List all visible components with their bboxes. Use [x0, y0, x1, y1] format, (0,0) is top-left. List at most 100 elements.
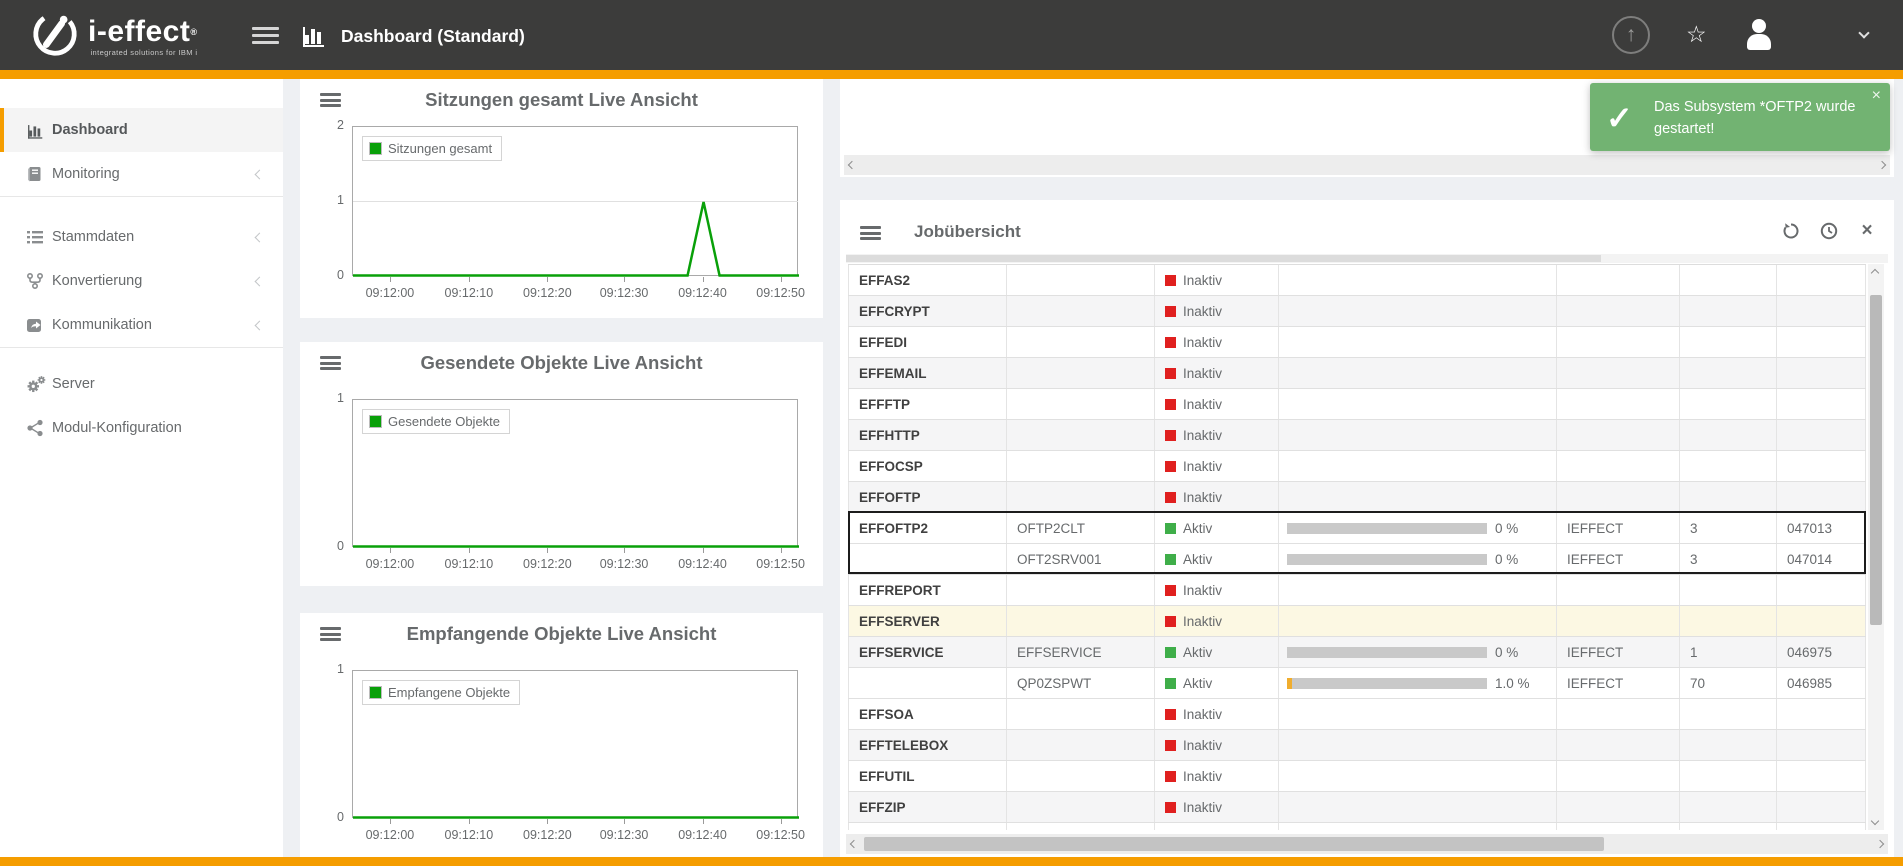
horizontal-scroll-thumb[interactable]: [864, 837, 1604, 851]
table-row[interactable]: EFFTELEBOXInaktiv: [848, 730, 1866, 761]
status-label: Inaktiv: [1183, 366, 1222, 381]
table-row[interactable]: EFFUTILInaktiv: [848, 761, 1866, 792]
user-cell: [1557, 575, 1680, 605]
sidebar-item-server[interactable]: Server: [0, 362, 283, 406]
table-row[interactable]: EFFOFTPInaktiv: [848, 482, 1866, 513]
x-axis-label: 09:12:00: [351, 557, 429, 571]
status-label: Aktiv: [1183, 552, 1212, 567]
x-axis-label: 09:12:50: [742, 286, 820, 300]
scroll-right-icon[interactable]: [1876, 840, 1884, 848]
scroll-left-icon[interactable]: [848, 161, 856, 169]
status-label: Inaktiv: [1183, 397, 1222, 412]
job-cell: [1007, 575, 1155, 605]
progress-cell: [1279, 451, 1557, 481]
sidebar-item-modul-konfiguration[interactable]: Modul-Konfiguration: [0, 406, 283, 450]
user-cell: [1557, 451, 1680, 481]
table-row[interactable]: EFFEMAILInaktiv: [848, 358, 1866, 389]
status-cell: Inaktiv: [1155, 761, 1279, 791]
count-cell: 3: [1680, 513, 1777, 543]
table-top-scrollbar[interactable]: [846, 254, 1888, 263]
status-label: Aktiv: [1183, 645, 1212, 660]
job-cell: [1007, 699, 1155, 729]
jobnr-cell: 047013: [1777, 513, 1866, 543]
job-overview-panel: Jobübersicht × EFFAS2InaktivEFFCRYPTInak…: [840, 200, 1894, 857]
sidebar-toggle-icon[interactable]: [252, 27, 279, 44]
share-icon: [26, 316, 52, 334]
status-cell: Inaktiv: [1155, 730, 1279, 760]
chevron-left-icon: [255, 276, 265, 286]
x-tick-mark: [781, 819, 782, 824]
table-row[interactable]: EFFAS2Inaktiv: [848, 265, 1866, 296]
table-row[interactable]: EFFSERVICEEFFSERVICEAktiv0 %IEFFECT10469…: [848, 637, 1866, 668]
sidebar-item-monitoring[interactable]: Monitoring: [0, 152, 283, 196]
chart-card-1: Sitzungen gesamt Live Ansicht012Sitzunge…: [300, 79, 823, 318]
panel-menu-icon[interactable]: [860, 226, 881, 240]
table-row[interactable]: QP0ZSPWTAktiv1.0 %IEFFECT70046985: [848, 668, 1866, 699]
table-row[interactable]: EFFFTPInaktiv: [848, 389, 1866, 420]
sidebar-item-dashboard[interactable]: Dashboard: [0, 108, 283, 152]
chart-title: Gesendete Objekte Live Ansicht: [300, 352, 823, 374]
table-row[interactable]: OFT2SRV001Aktiv0 %IEFFECT3047014: [848, 544, 1866, 575]
table-row[interactable]: EFFSOAInaktiv: [848, 699, 1866, 730]
status-cell: Inaktiv: [1155, 451, 1279, 481]
scroll-down-icon[interactable]: [1871, 817, 1879, 825]
table-row[interactable]: EFFSERVERInaktiv: [848, 606, 1866, 637]
table-row[interactable]: EFFOCSPInaktiv: [848, 451, 1866, 482]
table-row[interactable]: EFFOFTP2OFTP2CLTAktiv0 %IEFFECT3047013: [848, 513, 1866, 544]
subsystem-cell: [848, 544, 1007, 574]
progress-label: 0 %: [1495, 521, 1518, 536]
status-label: Inaktiv: [1183, 273, 1222, 288]
sidebar-item-stammdaten[interactable]: Stammdaten: [0, 215, 283, 259]
y-axis-label: 2: [308, 118, 344, 132]
user-profile-icon[interactable]: [1744, 17, 1774, 53]
status-square-icon: [1165, 554, 1176, 565]
table-vertical-scrollbar[interactable]: [1868, 264, 1884, 830]
table-row[interactable]: EFFCRYPTInaktiv: [848, 296, 1866, 327]
sidebar-item-konvertierung[interactable]: Konvertierung: [0, 259, 283, 303]
table-row[interactable]: EFFEDIInaktiv: [848, 327, 1866, 358]
logout-icon[interactable]: ↑: [1612, 16, 1650, 54]
clock-icon[interactable]: [1820, 222, 1838, 240]
sidebar-item-label: Dashboard: [52, 122, 128, 138]
sidebar-item-kommunikation[interactable]: Kommunikation: [0, 303, 283, 347]
x-axis-label: 09:12:00: [351, 828, 429, 842]
status-square-icon: [1165, 678, 1176, 689]
close-panel-icon[interactable]: ×: [1858, 222, 1876, 240]
user-cell: [1557, 792, 1680, 822]
count-cell: [1680, 420, 1777, 450]
scroll-right-icon[interactable]: [1878, 161, 1886, 169]
favorites-star-icon[interactable]: ☆: [1686, 21, 1707, 48]
toast-close-icon[interactable]: ×: [1872, 87, 1881, 105]
status-cell: Inaktiv: [1155, 420, 1279, 450]
scroll-up-icon[interactable]: [1871, 269, 1879, 277]
count-cell: [1680, 327, 1777, 357]
progress-cell: [1279, 730, 1557, 760]
user-cell: [1557, 327, 1680, 357]
status-label: Inaktiv: [1183, 490, 1222, 505]
app-logo[interactable]: i-effect® integrated solutions for IBM i: [30, 9, 198, 64]
scroll-left-icon[interactable]: [850, 840, 858, 848]
x-tick-mark: [703, 819, 704, 824]
progress-cell: [1279, 482, 1557, 512]
x-axis-label: 09:12:30: [585, 557, 663, 571]
header-dropdown-caret-icon[interactable]: [1858, 27, 1869, 38]
table-row[interactable]: EFFZIPInaktiv: [848, 792, 1866, 823]
jobnr-cell: [1777, 761, 1866, 791]
dashboard-chart-icon: [300, 21, 328, 54]
count-cell: [1680, 575, 1777, 605]
status-label: Inaktiv: [1183, 428, 1222, 443]
subsystem-cell: EFFSERVER: [848, 606, 1007, 636]
vertical-scroll-thumb[interactable]: [1870, 295, 1882, 625]
refresh-icon[interactable]: [1782, 222, 1800, 240]
job-cell: [1007, 606, 1155, 636]
table-row[interactable]: EFFREPORTInaktiv: [848, 575, 1866, 606]
table-bottom-scrollbar[interactable]: [846, 834, 1888, 854]
status-cell: Inaktiv: [1155, 575, 1279, 605]
x-axis-label: 09:12:10: [430, 286, 508, 300]
jobnr-cell: [1777, 730, 1866, 760]
status-label: Inaktiv: [1183, 335, 1222, 350]
panel-horizontal-scrollbar[interactable]: [844, 155, 1890, 175]
y-axis-label: 0: [308, 268, 344, 282]
table-row[interactable]: EFFHTTPInaktiv: [848, 420, 1866, 451]
y-axis-label: 0: [308, 810, 344, 824]
